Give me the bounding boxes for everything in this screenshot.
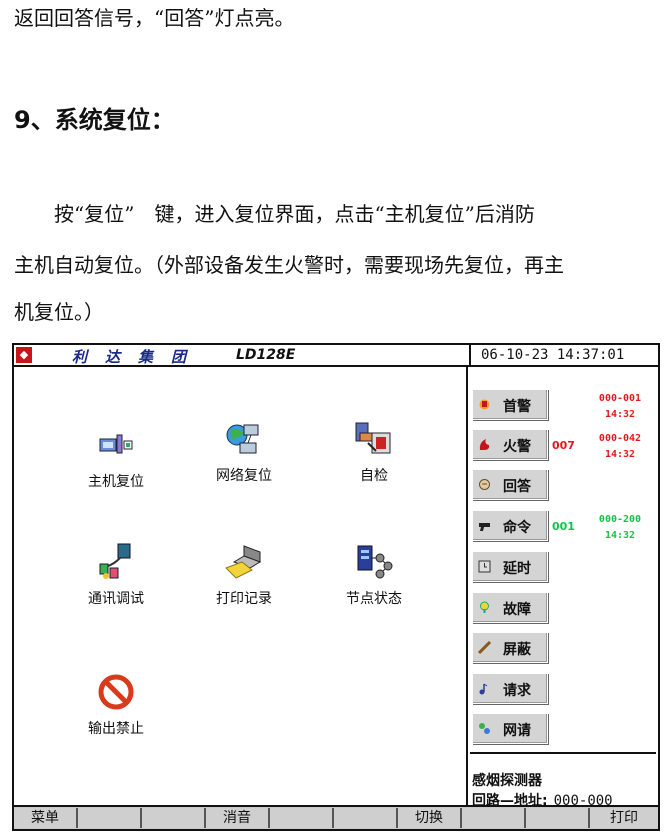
request-icon <box>478 682 491 695</box>
datetime-display: 06-10-23 14:37:01 <box>469 345 658 365</box>
delay-label: 延时 <box>503 561 531 577</box>
menu-button[interactable]: 菜单 <box>14 808 78 828</box>
blank-key-6[interactable] <box>526 808 590 828</box>
request-label: 请求 <box>503 683 531 699</box>
first-alarm-time: 14:32 <box>604 409 636 420</box>
delay-button[interactable]: 延时 <box>472 551 548 582</box>
function-panel: 主机复位 网络复位 自检 通讯调试 打印记录 节点状态 输出禁止 <box>14 367 466 805</box>
prohibit-icon <box>96 672 136 712</box>
self-test-label: 自检 <box>360 468 388 484</box>
switch-button[interactable]: 切换 <box>398 808 462 828</box>
blank-key-3[interactable] <box>270 808 334 828</box>
host-reset-label: 主机复位 <box>88 474 144 490</box>
host-reset-icon <box>96 425 136 465</box>
fault-icon <box>478 601 491 614</box>
command-event: 000-200 14:32 <box>592 512 648 544</box>
reset-screen: ◆ 利达集团 LD128E 06-10-23 14:37:01 主机复位 网络复… <box>12 343 660 831</box>
network-reset-icon <box>224 419 264 459</box>
first-alarm-event: 000-001 14:32 <box>592 391 648 423</box>
fault-label: 故障 <box>503 602 531 618</box>
fire-alarm-icon <box>478 438 491 451</box>
paragraph-line-3: 机复位。） <box>14 300 104 324</box>
command-address: 000-200 <box>598 514 642 525</box>
network-reset-label: 网络复位 <box>216 468 272 484</box>
title-bar: ◆ 利达集团 LD128E 06-10-23 14:37:01 <box>14 345 658 367</box>
network-reset-button[interactable]: 网络复位 <box>194 419 294 485</box>
fire-alarm-label: 火警 <box>503 439 531 455</box>
self-test-icon <box>354 419 394 459</box>
answer-label: 回答 <box>503 479 531 495</box>
answer-button[interactable]: 回答 <box>472 469 548 500</box>
request-button[interactable]: 请求 <box>472 673 548 704</box>
self-test-button[interactable]: 自检 <box>324 419 424 485</box>
document-line: 返回回答信号，“回答”灯点亮。 <box>14 6 295 30</box>
shield-button[interactable]: 屏蔽 <box>472 632 548 663</box>
shield-icon <box>477 640 492 655</box>
blank-key-4[interactable] <box>334 808 398 828</box>
network-request-label: 网请 <box>503 723 531 739</box>
blank-key-2[interactable] <box>142 808 206 828</box>
fire-alarm-event: 000-042 14:32 <box>592 431 648 463</box>
company-name: 利达集团 <box>72 348 205 366</box>
section-heading: 9、系统复位： <box>14 106 175 134</box>
command-time: 14:32 <box>604 530 636 541</box>
shield-label: 屏蔽 <box>503 642 531 658</box>
output-prohibit-label: 输出禁止 <box>88 721 144 737</box>
device-type: 感烟探测器 <box>472 773 542 789</box>
fire-alarm-time: 14:32 <box>604 449 636 460</box>
comm-debug-button[interactable]: 通讯调试 <box>66 542 166 608</box>
comm-debug-label: 通讯调试 <box>88 591 144 607</box>
paragraph-line-2: 主机自动复位。（外部设备发生火警时，需要现场先复位，再主 <box>14 253 564 277</box>
print-button[interactable]: 打印 <box>590 808 658 828</box>
first-alarm-icon <box>478 398 491 411</box>
blank-key-5[interactable] <box>462 808 526 828</box>
comm-debug-icon <box>96 542 136 582</box>
delay-icon <box>478 560 491 573</box>
first-alarm-address: 000-001 <box>598 393 642 404</box>
blank-key-1[interactable] <box>78 808 142 828</box>
print-records-button[interactable]: 打印记录 <box>194 542 294 608</box>
status-panel: 首警 000-001 14:32 火警 007 000-042 14:32 回答… <box>466 367 658 809</box>
print-records-label: 打印记录 <box>216 591 272 607</box>
command-count: 001 <box>552 520 575 533</box>
model-name: LD128E <box>236 347 296 363</box>
bottom-menu-bar: 菜单 消音 切换 打印 <box>14 805 658 829</box>
host-reset-button[interactable]: 主机复位 <box>66 425 166 491</box>
first-alarm-label: 首警 <box>503 399 531 415</box>
first-alarm-button[interactable]: 首警 <box>472 389 548 420</box>
printer-icon <box>224 542 264 582</box>
command-button[interactable]: 命令 <box>472 510 548 541</box>
command-icon <box>478 519 491 532</box>
command-label: 命令 <box>503 520 531 536</box>
node-status-button[interactable]: 节点状态 <box>324 542 424 608</box>
fire-alarm-address: 000-042 <box>598 433 642 444</box>
network-request-button[interactable]: 网请 <box>472 713 548 744</box>
answer-icon <box>478 478 491 491</box>
fire-alarm-button[interactable]: 火警 <box>472 429 548 460</box>
mute-button[interactable]: 消音 <box>206 808 270 828</box>
device-info: 感烟探测器 回路—地址: 000-000 <box>470 752 656 809</box>
paragraph-line-1: 按“复位” 键，进入复位界面，点击“主机复位”后消防 <box>14 202 535 226</box>
output-prohibit-button[interactable]: 输出禁止 <box>66 672 166 738</box>
fire-alarm-count: 007 <box>552 439 575 452</box>
network-request-icon <box>478 722 491 735</box>
company-logo-icon: ◆ <box>16 347 32 363</box>
fault-button[interactable]: 故障 <box>472 592 548 623</box>
node-status-label: 节点状态 <box>346 591 402 607</box>
node-status-icon <box>354 542 394 582</box>
